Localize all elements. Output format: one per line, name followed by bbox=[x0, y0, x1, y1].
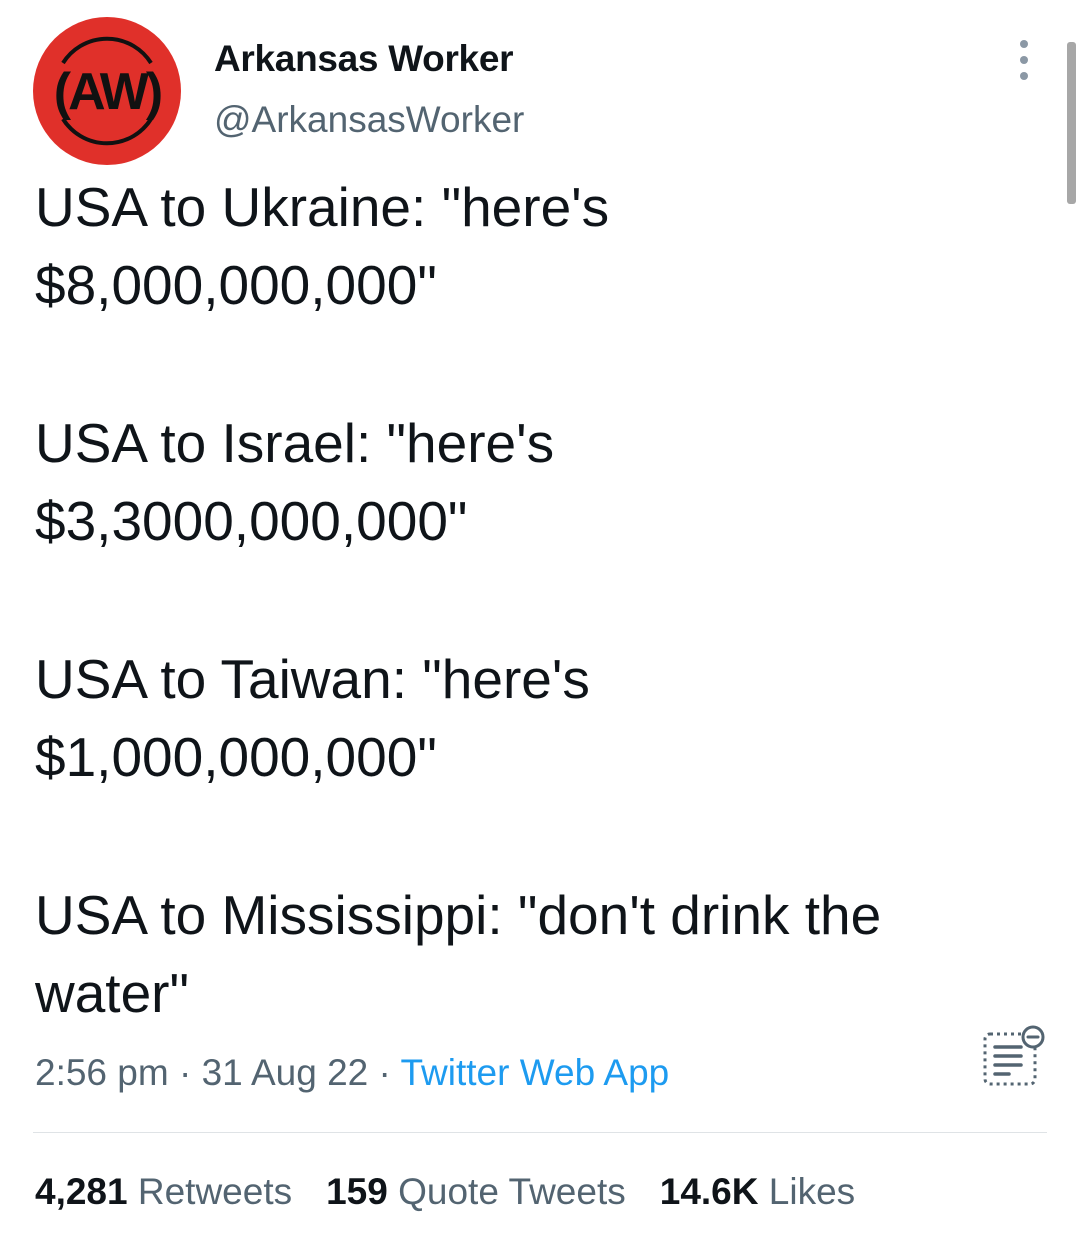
tweet-analytics-icon[interactable] bbox=[978, 1022, 1048, 1092]
tweet-text-line: USA to Ukraine: "here's bbox=[35, 176, 610, 238]
tweet-text-line: water" bbox=[35, 962, 190, 1024]
author-handle[interactable]: @ArkansasWorker bbox=[214, 99, 524, 141]
tweet-text-line: $3,3000,000,000" bbox=[35, 490, 468, 552]
svg-text:(AW): (AW) bbox=[54, 63, 161, 121]
engagement-stats: 4,281 Retweets 159 Quote Tweets 14.6K Li… bbox=[35, 1171, 855, 1213]
avatar[interactable]: (AW) bbox=[33, 17, 181, 165]
likes-count: 14.6K bbox=[659, 1171, 759, 1212]
likes-label: Likes bbox=[768, 1171, 856, 1212]
meta-separator: · bbox=[178, 1052, 192, 1093]
arkansas-worker-logo: (AW) bbox=[33, 17, 181, 165]
more-dot bbox=[1020, 40, 1028, 48]
quote-tweets-label: Quote Tweets bbox=[398, 1171, 626, 1212]
scrollbar-thumb[interactable] bbox=[1067, 42, 1076, 204]
retweets-stat[interactable]: 4,281 Retweets bbox=[35, 1171, 292, 1213]
likes-stat[interactable]: 14.6K Likes bbox=[660, 1171, 855, 1213]
retweets-count: 4,281 bbox=[35, 1171, 128, 1212]
author-display-name[interactable]: Arkansas Worker bbox=[214, 38, 514, 80]
more-dot bbox=[1020, 72, 1028, 80]
quote-tweets-count: 159 bbox=[326, 1171, 388, 1212]
tweet-text-line: $1,000,000,000" bbox=[35, 726, 437, 788]
tweet-text-line: USA to Mississippi: "don't drink the bbox=[35, 884, 882, 946]
tweet-meta: 2:56 pm · 31 Aug 22 · Twitter Web App bbox=[35, 1052, 669, 1094]
more-options-icon[interactable] bbox=[1011, 40, 1037, 80]
retweets-label: Retweets bbox=[137, 1171, 293, 1212]
tweet-date[interactable]: 31 Aug 22 bbox=[202, 1052, 369, 1093]
tweet-text-line: $8,000,000,000" bbox=[35, 254, 437, 316]
tweet-time[interactable]: 2:56 pm bbox=[35, 1052, 169, 1093]
analytics-glyph bbox=[983, 1025, 1045, 1086]
tweet-text-line: USA to Israel: "here's bbox=[35, 412, 555, 474]
meta-separator: · bbox=[378, 1052, 391, 1093]
more-dot bbox=[1020, 56, 1028, 64]
tweet-text-line: USA to Taiwan: "here's bbox=[35, 648, 590, 710]
divider bbox=[33, 1132, 1047, 1133]
tweet-source-link[interactable]: Twitter Web App bbox=[401, 1052, 670, 1093]
quote-tweets-stat[interactable]: 159 Quote Tweets bbox=[326, 1171, 626, 1213]
